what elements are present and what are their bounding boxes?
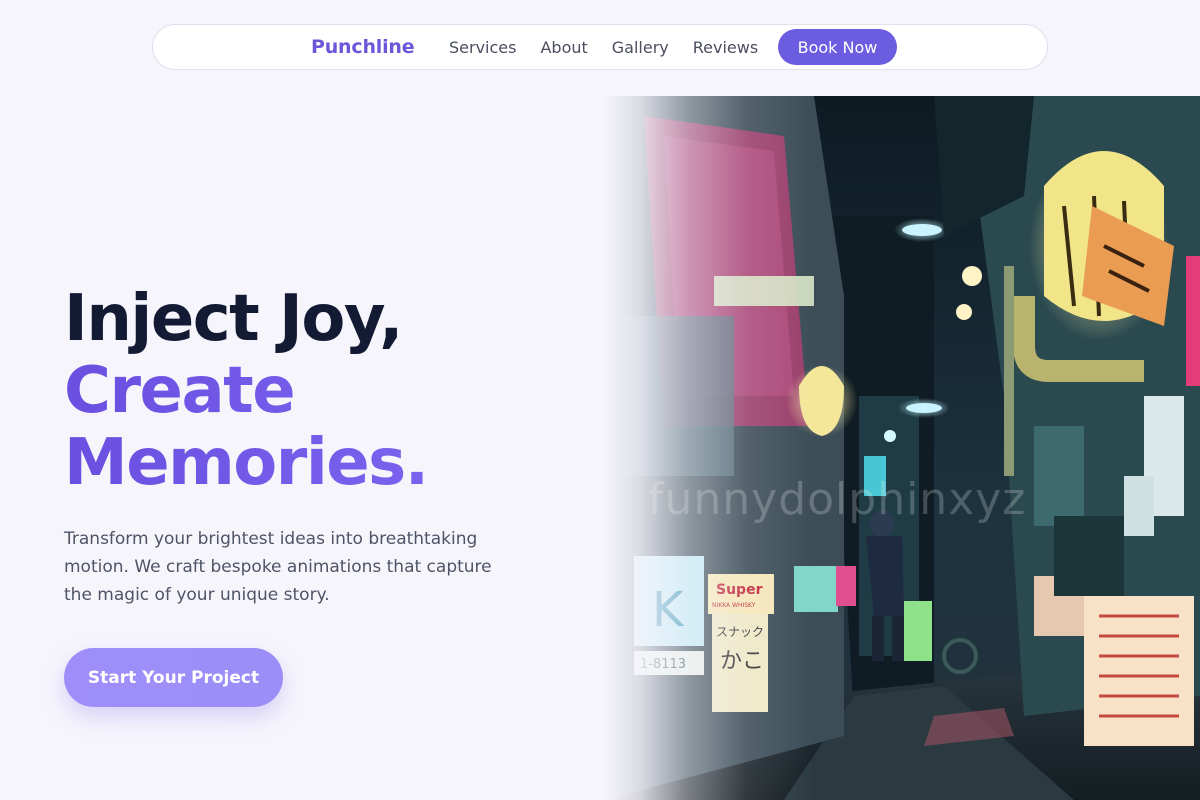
top-navbar: Punchline Services About Gallery Reviews… <box>152 24 1048 70</box>
kako-sign-text: かこ <box>720 649 764 674</box>
brand-logo[interactable]: Punchline <box>311 36 415 58</box>
book-now-button[interactable]: Book Now <box>778 29 897 65</box>
alley-illustration: K 1-8113 Super NIKKA WHISKY スナック かこ <box>604 96 1200 800</box>
super-sign-text: Super <box>716 582 763 598</box>
nav-link-services[interactable]: Services <box>449 37 516 59</box>
svg-text:K: K <box>652 582 685 638</box>
hero-title-line-2: Create <box>64 355 428 427</box>
nav-link-reviews[interactable]: Reviews <box>693 37 758 59</box>
hero-subtitle: Transform your brightest ideas into brea… <box>64 529 492 605</box>
nav-link-gallery[interactable]: Gallery <box>612 37 669 59</box>
hero-title: Inject Joy, Create Memories. <box>64 282 429 500</box>
hero-title-line-1: Inject Joy, <box>64 282 403 356</box>
hero-image: K 1-8113 Super NIKKA WHISKY スナック かこ funn… <box>604 96 1200 800</box>
address-sign: 1-8113 <box>640 657 686 672</box>
start-project-button[interactable]: Start Your Project <box>64 648 283 707</box>
snack-sign-text: スナック <box>716 625 764 639</box>
image-watermark: funnydolphinxyz <box>648 474 1027 525</box>
nav-links: Services About Gallery Reviews <box>449 37 782 59</box>
nav-link-about[interactable]: About <box>540 37 587 59</box>
super-sign-subtext: NIKKA WHISKY <box>712 602 756 609</box>
hero-title-line-3: Memories. <box>64 426 429 500</box>
